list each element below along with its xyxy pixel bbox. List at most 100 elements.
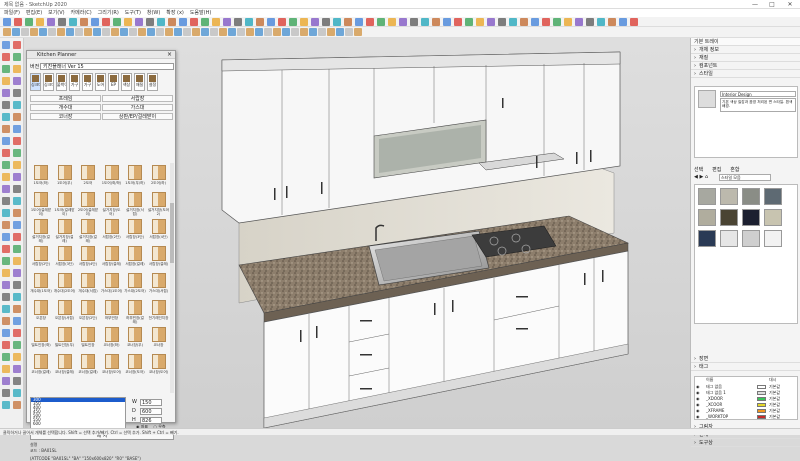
drawing-tool-icon[interactable]: [13, 65, 21, 73]
drawing-tool-icon[interactable]: [13, 377, 21, 385]
kitchen-tool-icon[interactable]: [39, 28, 47, 36]
category-button[interactable]: 싱크대상부장: [43, 73, 54, 91]
kitchen-tool-icon[interactable]: [102, 28, 110, 36]
toolbar-tool-icon[interactable]: [443, 18, 451, 26]
drawing-tool-icon[interactable]: [13, 269, 21, 277]
toolbar-tool-icon[interactable]: [212, 18, 220, 26]
toolbar-tool-icon[interactable]: [465, 18, 473, 26]
cabinet-item[interactable]: 서랍장(걸레): [148, 246, 170, 271]
version-select[interactable]: 키친플래너 Ver 15: [40, 63, 174, 70]
cabinet-item[interactable]: 코너장(걸레): [30, 354, 52, 379]
drawing-tool-icon[interactable]: [2, 77, 10, 85]
menu-camera[interactable]: 카메라(C): [71, 9, 92, 17]
drawing-tool-icon[interactable]: [2, 41, 10, 49]
menu-tools[interactable]: 도구(T): [125, 9, 141, 17]
toolbar-tool-icon[interactable]: [234, 18, 242, 26]
subcategory-tab[interactable]: 상판/EP/걸레받이: [102, 113, 173, 120]
cabinet-item[interactable]: 1도어(걸레받이): [54, 192, 76, 217]
kitchen-tool-icon[interactable]: [282, 28, 290, 36]
cabinet-item[interactable]: 1도어(걸레받이): [30, 192, 52, 217]
style-swatch[interactable]: [698, 230, 716, 247]
drawing-tool-icon[interactable]: [2, 125, 10, 133]
toolbar-tool-icon[interactable]: [608, 18, 616, 26]
tab-mix[interactable]: 혼합: [730, 167, 739, 174]
drawing-tool-icon[interactable]: [13, 353, 21, 361]
drawing-tool-icon[interactable]: [2, 101, 10, 109]
toolbar-tool-icon[interactable]: [344, 18, 352, 26]
kitchen-tool-icon[interactable]: [192, 28, 200, 36]
kitchen-tool-icon[interactable]: [300, 28, 308, 36]
drawing-tool-icon[interactable]: [13, 233, 21, 241]
grid-scrollbar[interactable]: [170, 163, 174, 393]
category-button[interactable]: 싱크대하부장: [30, 73, 41, 91]
kitchen-tool-icon[interactable]: [201, 28, 209, 36]
kitchen-tool-icon[interactable]: [273, 28, 281, 36]
toolbar-tool-icon[interactable]: [597, 18, 605, 26]
tray-section[interactable]: › 스타일: [691, 71, 800, 78]
drawing-tool-icon[interactable]: [13, 317, 21, 325]
cabinet-item[interactable]: 2도어: [77, 165, 99, 190]
toolbar-tool-icon[interactable]: [179, 18, 187, 26]
kitchen-tool-icon[interactable]: [165, 28, 173, 36]
toolbar-tool-icon[interactable]: [322, 18, 330, 26]
toolbar-tool-icon[interactable]: [355, 18, 363, 26]
cabinet-item[interactable]: 개수대(2도어): [54, 273, 76, 298]
minimize-button[interactable]: —: [748, 0, 762, 9]
cabinet-item[interactable]: 빌트인장: [77, 327, 99, 352]
kitchen-tool-icon[interactable]: [30, 28, 38, 36]
toolbar-tool-icon[interactable]: [630, 18, 638, 26]
category-button[interactable]: 색상: [121, 73, 132, 91]
toolbar-tool-icon[interactable]: [25, 18, 33, 26]
style-swatch[interactable]: [742, 230, 760, 247]
kitchen-tool-icon[interactable]: [291, 28, 299, 36]
maximize-button[interactable]: □: [765, 0, 779, 9]
tray-section[interactable]: › 태그: [691, 364, 800, 371]
toolbar-tool-icon[interactable]: [333, 18, 341, 26]
drawing-tool-icon[interactable]: [2, 233, 10, 241]
drawing-tool-icon[interactable]: [13, 305, 21, 313]
drawing-tool-icon[interactable]: [2, 389, 10, 397]
kitchen-tool-icon[interactable]: [174, 28, 182, 36]
kitchen-tool-icon[interactable]: [210, 28, 218, 36]
toolbar-tool-icon[interactable]: [190, 18, 198, 26]
forward-icon[interactable]: ▶: [699, 174, 703, 180]
toolbar-tool-icon[interactable]: [278, 18, 286, 26]
toolbar-tool-icon[interactable]: [498, 18, 506, 26]
drawing-tool-icon[interactable]: [2, 305, 10, 313]
cabinet-item[interactable]: 2도어(하): [148, 165, 170, 190]
drawing-tool-icon[interactable]: [2, 341, 10, 349]
cabinet-item[interactable]: 오븐장(2단): [77, 300, 99, 325]
kitchen-tool-icon[interactable]: [255, 28, 263, 36]
cabinet-item[interactable]: 설거지장(서랍): [124, 192, 146, 217]
toolbar-tool-icon[interactable]: [476, 18, 484, 26]
style-swatch[interactable]: [764, 209, 782, 226]
cabinet-item[interactable]: 1도어(우): [54, 165, 76, 190]
style-swatch[interactable]: [698, 209, 716, 226]
style-swatch[interactable]: [742, 209, 760, 226]
cabinet-item[interactable]: 코너장(좌): [101, 327, 123, 352]
drawing-tool-icon[interactable]: [13, 113, 21, 121]
drawing-tool-icon[interactable]: [2, 185, 10, 193]
drawing-tool-icon[interactable]: [2, 65, 10, 73]
tag-row[interactable]: ◉ _WORKTOP 기본값: [695, 414, 799, 420]
drawing-tool-icon[interactable]: [2, 365, 10, 373]
close-icon[interactable]: ×: [167, 51, 172, 59]
drawing-tool-icon[interactable]: [13, 77, 21, 85]
tag-color-swatch[interactable]: [757, 385, 766, 389]
drawing-tool-icon[interactable]: [2, 317, 10, 325]
kitchen-tool-icon[interactable]: [336, 28, 344, 36]
kitchen-tool-icon[interactable]: [354, 28, 362, 36]
toolbar-tool-icon[interactable]: [201, 18, 209, 26]
drawing-tool-icon[interactable]: [13, 341, 21, 349]
toolbar-tool-icon[interactable]: [102, 18, 110, 26]
drawing-tool-icon[interactable]: [2, 149, 10, 157]
category-button[interactable]: 설정: [147, 73, 158, 91]
drawing-tool-icon[interactable]: [2, 401, 10, 409]
drawing-tool-icon[interactable]: [13, 41, 21, 49]
tag-color-swatch[interactable]: [757, 403, 766, 407]
cabinet-item[interactable]: 하부빈장(걸레): [124, 300, 146, 325]
tray-section[interactable]: › 재질: [691, 55, 800, 62]
dimension-input[interactable]: 150: [140, 399, 162, 406]
toolbar-tool-icon[interactable]: [124, 18, 132, 26]
kitchen-tool-icon[interactable]: [21, 28, 29, 36]
